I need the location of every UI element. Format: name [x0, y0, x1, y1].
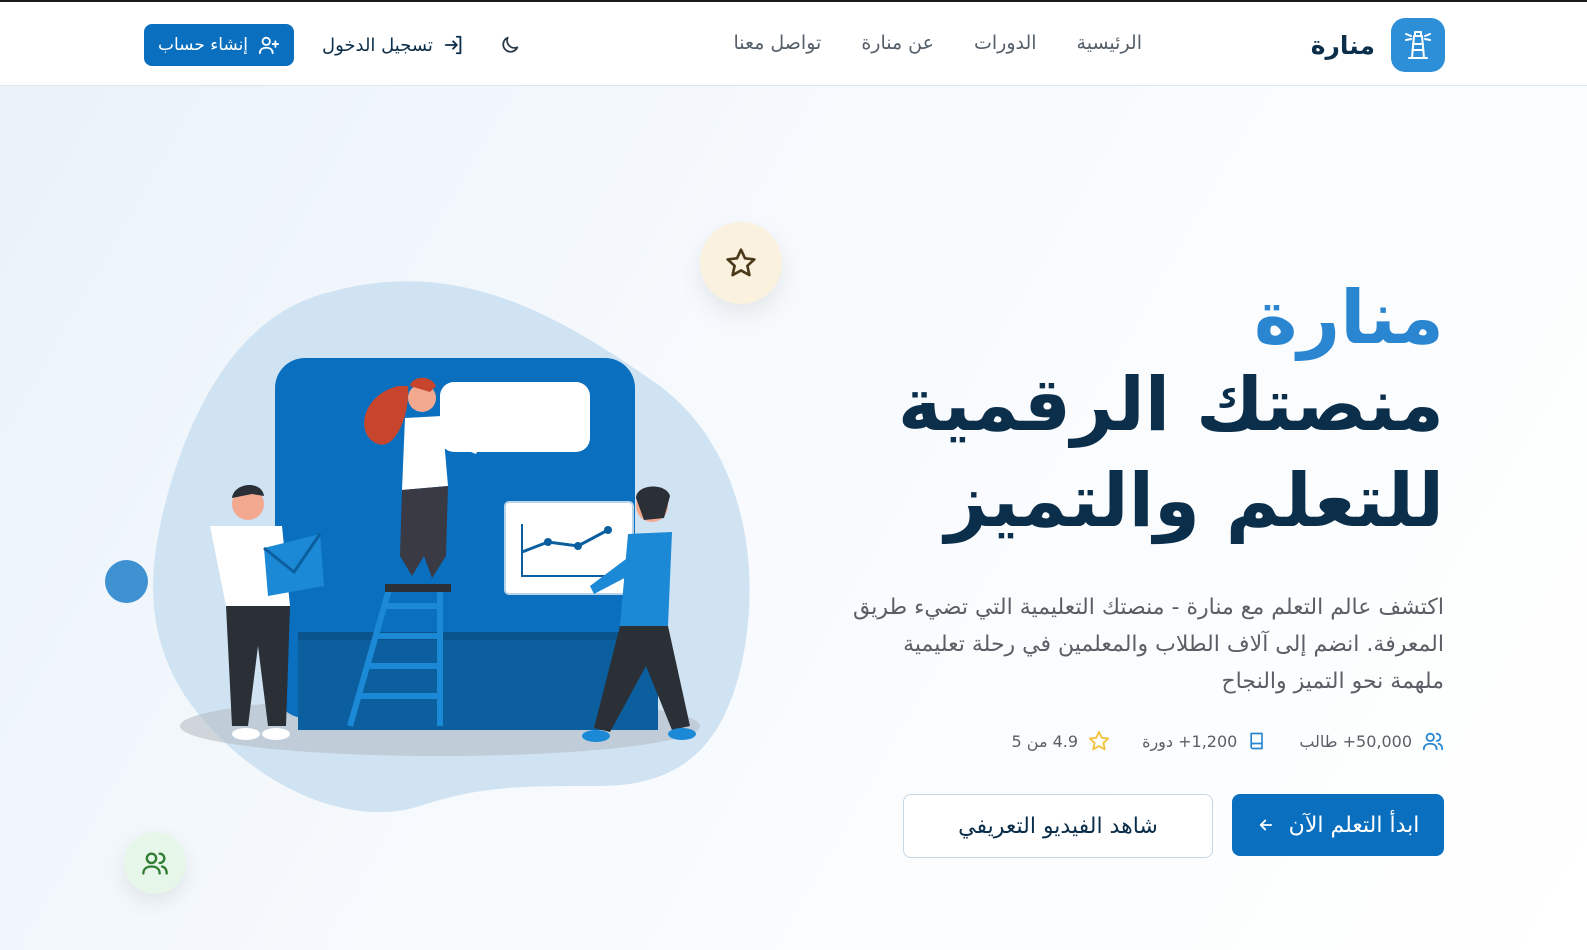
- login-button[interactable]: تسجيل الدخول: [322, 28, 465, 62]
- site-header: منارة الرئيسية الدورات عن منارة تواصل مع…: [0, 2, 1587, 86]
- hero-stats: 50,000+ طالب 1,200+ دورة 4.9 من 5: [1012, 730, 1445, 752]
- brand-name: منارة: [1310, 30, 1375, 60]
- watch-video-label: شاهد الفيديو التعريفي: [958, 813, 1158, 839]
- login-icon: [444, 35, 462, 55]
- stat-rating-text: 4.9 من 5: [1011, 731, 1079, 751]
- theme-toggle-button[interactable]: [497, 32, 523, 58]
- hero-title-line2: منصتك الرقمية: [897, 362, 1444, 449]
- stat-courses: 1,200+ دورة: [1142, 730, 1267, 752]
- hero-illustration: [153, 281, 750, 813]
- user-plus-icon: [258, 36, 280, 55]
- nav-item-courses[interactable]: الدورات: [974, 32, 1037, 54]
- signup-label: إنشاء حساب: [157, 35, 249, 55]
- hero-title-line3: للتعلم والتميز: [944, 458, 1444, 545]
- brand[interactable]: منارة: [1311, 18, 1445, 72]
- hero-title-line1: منارة: [1253, 275, 1444, 361]
- main-nav: الرئيسية الدورات عن منارة تواصل معنا: [734, 32, 1143, 54]
- start-learning-label: ابدأ التعلم الآن: [1288, 812, 1420, 838]
- floating-users-badge: [124, 832, 186, 894]
- hero-title: منارة منصتك الرقمية للتعلم والتميز: [824, 275, 1444, 551]
- star-outline-icon: [726, 248, 756, 277]
- stat-students: 50,000+ طالب: [1299, 730, 1444, 752]
- nav-item-home[interactable]: الرئيسية: [1077, 32, 1142, 54]
- users-icon: [142, 852, 168, 875]
- book-icon: [1250, 732, 1264, 750]
- lighthouse-icon: [1391, 18, 1445, 72]
- nav-item-about[interactable]: عن منارة: [861, 32, 934, 54]
- start-learning-button[interactable]: ابدأ التعلم الآن: [1232, 794, 1444, 856]
- floating-star-badge: [700, 222, 782, 304]
- nav-item-contact[interactable]: تواصل معنا: [734, 32, 822, 54]
- signup-button[interactable]: إنشاء حساب: [144, 24, 294, 66]
- users-icon: [1422, 732, 1444, 751]
- star-icon: [1088, 730, 1110, 751]
- moon-icon: [502, 36, 519, 53]
- watch-video-button[interactable]: شاهد الفيديو التعريفي: [903, 794, 1213, 858]
- floating-dot: [105, 560, 148, 603]
- login-label: تسجيل الدخول: [322, 34, 433, 56]
- stat-courses-text: 1,200+ دورة: [1142, 731, 1238, 751]
- hero-description: اكتشف عالم التعلم مع منارة - منصتك التعل…: [852, 595, 1444, 694]
- stat-rating: 4.9 من 5: [1012, 730, 1111, 752]
- arrow-left-icon: [1259, 819, 1272, 831]
- stat-students-text: 50,000+ طالب: [1299, 731, 1412, 751]
